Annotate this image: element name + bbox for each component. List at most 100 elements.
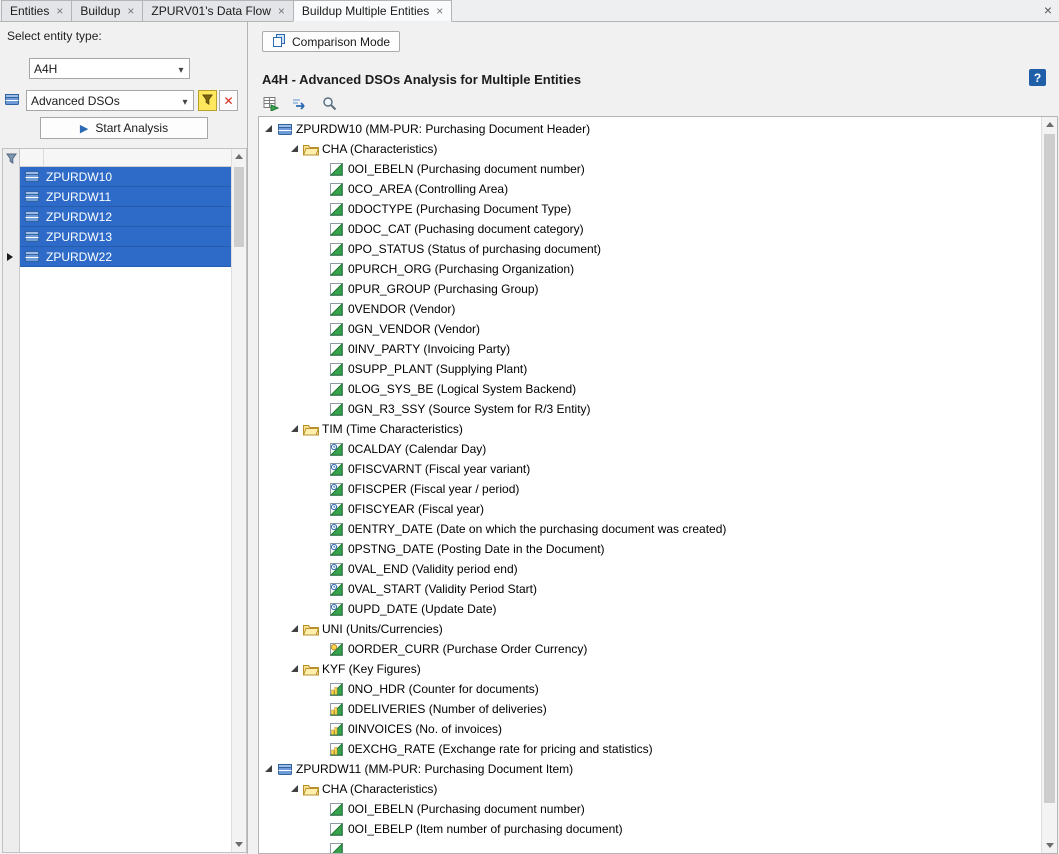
cha-icon bbox=[328, 803, 345, 816]
list-item[interactable]: ZPURDW10 bbox=[20, 167, 231, 187]
tree-item[interactable]: 0PUR_GROUP (Purchasing Group) bbox=[259, 279, 1041, 299]
tree-item[interactable]: 0GN_VENDOR (Vendor) bbox=[259, 319, 1041, 339]
tab-buildup-multiple-entities[interactable]: Buildup Multiple Entities× bbox=[293, 0, 452, 22]
tree-item[interactable]: CHA (Characteristics) bbox=[259, 779, 1041, 799]
tree-item[interactable]: 0CO_AREA (Controlling Area) bbox=[259, 179, 1041, 199]
filter-row-icon[interactable] bbox=[6, 153, 17, 167]
app-window: Entities×Buildup×ZPURV01's Data Flow×Bui… bbox=[0, 0, 1059, 854]
start-analysis-button[interactable]: Start Analysis bbox=[40, 117, 208, 139]
scroll-up-icon[interactable] bbox=[232, 149, 246, 164]
cha-icon bbox=[328, 163, 345, 176]
tree-item[interactable]: 0FISCVARNT (Fiscal year variant) bbox=[259, 459, 1041, 479]
scrollbar-thumb[interactable] bbox=[1044, 134, 1055, 803]
expander-icon bbox=[315, 383, 327, 395]
expander-icon[interactable] bbox=[289, 623, 301, 635]
close-icon[interactable]: × bbox=[1044, 3, 1052, 17]
tree-item[interactable]: 0EXCHG_RATE (Exchange rate for pricing a… bbox=[259, 739, 1041, 759]
comparison-mode-button[interactable]: Comparison Mode bbox=[262, 31, 400, 52]
tree-item[interactable]: 0OI_EBELP (Item number of purchasing doc… bbox=[259, 819, 1041, 839]
tree-item[interactable]: 0VENDOR (Vendor) bbox=[259, 299, 1041, 319]
tree-item[interactable]: ZPURDW11 (MM-PUR: Purchasing Document It… bbox=[259, 759, 1041, 779]
expander-icon[interactable] bbox=[263, 123, 275, 135]
tree-item[interactable] bbox=[259, 839, 1041, 853]
expander-icon[interactable] bbox=[289, 143, 301, 155]
tree-item[interactable]: 0DELIVERIES (Number of deliveries) bbox=[259, 699, 1041, 719]
list-item[interactable]: ZPURDW11 bbox=[20, 187, 231, 207]
tree-item[interactable]: 0DOCTYPE (Purchasing Document Type) bbox=[259, 199, 1041, 219]
tree-item-label: 0OI_EBELN (Purchasing document number) bbox=[348, 162, 585, 176]
tim-icon bbox=[328, 443, 345, 456]
tree-item-label: 0ENTRY_DATE (Date on which the purchasin… bbox=[348, 522, 726, 536]
tree-item[interactable]: 0LOG_SYS_BE (Logical System Backend) bbox=[259, 379, 1041, 399]
scroll-down-icon[interactable] bbox=[1042, 838, 1057, 853]
entity-list-scrollbar[interactable] bbox=[231, 149, 246, 852]
tree-item[interactable]: 0NO_HDR (Counter for documents) bbox=[259, 679, 1041, 699]
tab-zpurv01-s-data-flow[interactable]: ZPURV01's Data Flow× bbox=[142, 0, 293, 21]
close-icon[interactable]: × bbox=[278, 5, 285, 17]
tree-item[interactable]: 0FISCPER (Fiscal year / period) bbox=[259, 479, 1041, 499]
expander-icon[interactable] bbox=[289, 663, 301, 675]
scrollbar-thumb[interactable] bbox=[234, 167, 244, 247]
tree-item[interactable]: 0UPD_DATE (Update Date) bbox=[259, 599, 1041, 619]
icon-column-header[interactable] bbox=[20, 149, 44, 166]
tim-icon bbox=[328, 503, 345, 516]
expander-icon[interactable] bbox=[263, 763, 275, 775]
scroll-up-icon[interactable] bbox=[1042, 117, 1057, 132]
expander-icon[interactable] bbox=[289, 783, 301, 795]
expander-icon bbox=[315, 223, 327, 235]
tree-item[interactable]: 0VAL_START (Validity Period Start) bbox=[259, 579, 1041, 599]
close-icon[interactable]: × bbox=[127, 5, 134, 17]
entity-name: ZPURDW11 bbox=[44, 190, 111, 204]
edit-filter-button[interactable] bbox=[198, 90, 217, 111]
tree-item[interactable]: TIM (Time Characteristics) bbox=[259, 419, 1041, 439]
tree-item[interactable]: 0ENTRY_DATE (Date on which the purchasin… bbox=[259, 519, 1041, 539]
tree-scrollbar[interactable] bbox=[1041, 117, 1057, 853]
tree-item[interactable]: ZPURDW10 (MM-PUR: Purchasing Document He… bbox=[259, 119, 1041, 139]
export-icon[interactable] bbox=[261, 94, 281, 112]
tree-item[interactable]: KYF (Key Figures) bbox=[259, 659, 1041, 679]
entity-type-dropdown[interactable]: A4H bbox=[29, 58, 190, 79]
tab-buildup[interactable]: Buildup× bbox=[71, 0, 143, 21]
cha-icon bbox=[328, 223, 345, 236]
tree-item[interactable]: 0INV_PARTY (Invoicing Party) bbox=[259, 339, 1041, 359]
current-row-arrow-icon bbox=[7, 253, 13, 261]
tree-item[interactable]: 0FISCYEAR (Fiscal year) bbox=[259, 499, 1041, 519]
entity-grid: ZPURDW10 ZPURDW11 ZPURDW12ZPURDW13ZPURDW22 bbox=[2, 148, 247, 853]
tree-item[interactable]: 0ORDER_CURR (Purchase Order Currency) bbox=[259, 639, 1041, 659]
tree-item[interactable]: 0GN_R3_SSY (Source System for R/3 Entity… bbox=[259, 399, 1041, 419]
tree-item[interactable]: 0PSTNG_DATE (Posting Date in the Documen… bbox=[259, 539, 1041, 559]
clear-filter-button[interactable] bbox=[219, 90, 238, 111]
object-type-dropdown[interactable]: Advanced DSOs bbox=[26, 90, 194, 111]
help-icon[interactable]: ? bbox=[1029, 69, 1046, 86]
tree-item[interactable]: CHA (Characteristics) bbox=[259, 139, 1041, 159]
scroll-down-icon[interactable] bbox=[232, 837, 246, 852]
tree-item[interactable]: 0PO_STATUS (Status of purchasing documen… bbox=[259, 239, 1041, 259]
tree-item[interactable]: 0OI_EBELN (Purchasing document number) bbox=[259, 799, 1041, 819]
transfer-icon[interactable] bbox=[290, 94, 310, 112]
chevron-down-icon[interactable] bbox=[177, 94, 193, 108]
tree-item[interactable]: 0OI_EBELN (Purchasing document number) bbox=[259, 159, 1041, 179]
tree-item[interactable]: 0CALDAY (Calendar Day) bbox=[259, 439, 1041, 459]
close-icon[interactable]: × bbox=[436, 5, 443, 17]
tree-item-label: 0INV_PARTY (Invoicing Party) bbox=[348, 342, 510, 356]
tree-item-label: TIM (Time Characteristics) bbox=[322, 422, 463, 436]
zoom-icon[interactable] bbox=[319, 94, 339, 112]
tree-item[interactable]: 0VAL_END (Validity period end) bbox=[259, 559, 1041, 579]
tree-item[interactable]: 0INVOICES (No. of invoices) bbox=[259, 719, 1041, 739]
analysis-tree: ZPURDW10 (MM-PUR: Purchasing Document He… bbox=[259, 117, 1041, 853]
list-item[interactable]: ZPURDW13 bbox=[20, 227, 231, 247]
tree-item[interactable]: UNI (Units/Currencies) bbox=[259, 619, 1041, 639]
tree-item[interactable]: 0DOC_CAT (Puchasing document category) bbox=[259, 219, 1041, 239]
tab-entities[interactable]: Entities × bbox=[1, 0, 72, 21]
list-item[interactable]: ZPURDW12 bbox=[20, 207, 231, 227]
close-icon[interactable]: × bbox=[56, 5, 63, 17]
tree-item[interactable]: 0SUPP_PLANT (Supplying Plant) bbox=[259, 359, 1041, 379]
tree-item[interactable]: 0PURCH_ORG (Purchasing Organization) bbox=[259, 259, 1041, 279]
chevron-down-icon[interactable] bbox=[173, 62, 189, 76]
list-item[interactable]: ZPURDW22 bbox=[20, 247, 231, 267]
expander-icon[interactable] bbox=[289, 423, 301, 435]
entity-grid-header[interactable] bbox=[20, 149, 231, 167]
expander-icon bbox=[315, 843, 327, 853]
folder-icon bbox=[302, 143, 319, 156]
tab-label: Entities bbox=[10, 4, 49, 18]
